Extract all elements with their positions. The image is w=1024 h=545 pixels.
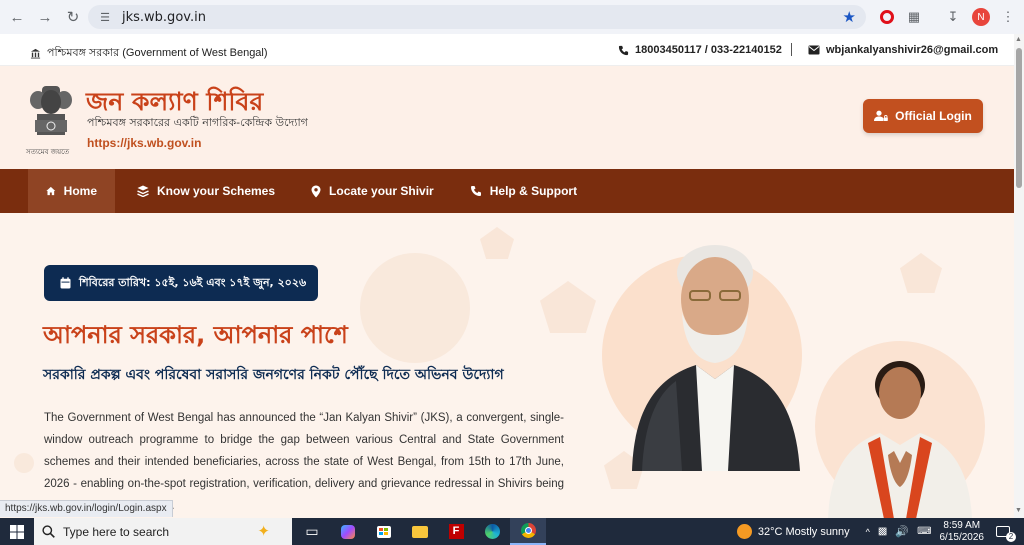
notification-count: 2 xyxy=(1006,531,1016,542)
nav-home[interactable]: Home xyxy=(28,169,115,213)
sparkle-icon: ✦ xyxy=(257,523,270,540)
microsoft-store-icon[interactable] xyxy=(366,518,402,545)
nav-schemes-label: Know your Schemes xyxy=(157,184,276,198)
location-pin-icon xyxy=(311,185,321,197)
nav-help-support[interactable]: Help & Support xyxy=(452,169,595,213)
minister-portrait-image xyxy=(828,361,972,518)
calendar-icon xyxy=(60,277,71,289)
camp-date-text: শিবিরের তারিখ: ১৫ই, ১৬ই এবং ১৭ই জুন, ২০২… xyxy=(79,275,307,289)
layers-icon xyxy=(137,185,149,197)
copilot-icon[interactable] xyxy=(330,518,366,545)
link-preview-status: https://jks.wb.gov.in/login/Login.aspx xyxy=(0,500,173,517)
forward-button[interactable]: → xyxy=(34,6,56,28)
download-icon[interactable]: ↧ xyxy=(943,7,963,27)
helpline[interactable]: 18003450117 / 033-22140152 xyxy=(618,44,782,56)
email-link[interactable]: wbjankalyanshivir26@gmail.com xyxy=(808,44,998,56)
taskbar-search-input[interactable]: Type here to search ✦ xyxy=(34,518,292,545)
site-header: সত্যমেব জয়তে জন কল্যাণ শিবির পশ্চিমবঙ্গ… xyxy=(0,66,1014,169)
phone-text: 18003450117 / 033-22140152 xyxy=(635,44,782,56)
clock-date: 6/15/2026 xyxy=(939,531,985,543)
page-scrollbar[interactable]: ▲ ▼ xyxy=(1014,34,1024,518)
hero-headline: আপনার সরকার, আপনার পাশে xyxy=(43,321,348,349)
nav-help-label: Help & Support xyxy=(489,184,578,198)
state-emblem-logo xyxy=(30,86,72,135)
volume-icon[interactable]: 🔊 xyxy=(895,525,909,538)
browser-menu-icon[interactable]: ⋮ xyxy=(998,7,1018,27)
building-icon xyxy=(30,48,41,59)
windows-logo-icon xyxy=(10,524,24,539)
hero-section: শিবিরের তারিখ: ১৫ই, ১৬ই এবং ১৭ই জুন, ২০২… xyxy=(0,213,1014,518)
back-button[interactable]: ← xyxy=(6,6,28,28)
emblem-motto: সত্যমেব জয়তে xyxy=(26,148,70,156)
site-url-link[interactable]: https://jks.wb.gov.in xyxy=(87,136,201,150)
task-view-icon[interactable]: ▭ xyxy=(294,518,330,545)
address-bar[interactable]: ☰ jks.wb.gov.in ★ xyxy=(88,5,866,29)
camp-date-badge: শিবিরের তারিখ: ১৫ই, ১৬ই এবং ১৭ই জুন, ২০২… xyxy=(44,265,318,301)
scrollbar-thumb[interactable] xyxy=(1016,48,1022,188)
notification-center-icon[interactable]: 2 xyxy=(996,524,1016,542)
nav-locate-label: Locate your Shivir xyxy=(329,184,434,198)
windows-taskbar: Type here to search ✦ ▭ F 32°C Mostly su… xyxy=(0,518,1024,545)
government-text: পশ্চিমবঙ্গ সরকার (Government of West Ben… xyxy=(47,47,268,59)
site-subtitle: পশ্চিমবঙ্গ সরকারের একটি নাগরিক-কেন্দ্রিক… xyxy=(87,116,308,129)
edge-browser-icon[interactable] xyxy=(474,518,510,545)
clock[interactable]: 8:59 AM 6/15/2026 xyxy=(940,520,985,544)
scroll-down-arrow-icon[interactable]: ▼ xyxy=(1015,507,1022,514)
home-icon xyxy=(46,186,56,196)
decorative-circle xyxy=(360,253,470,363)
weather-text[interactable]: 32°C Mostly sunny xyxy=(758,526,850,538)
phone-icon xyxy=(618,45,629,55)
system-tray: 32°C Mostly sunny ^ ▩ 🔊 ⌨ 8:59 AM 6/15/2… xyxy=(736,518,1024,545)
clock-time: 8:59 AM xyxy=(943,519,981,531)
profile-avatar[interactable]: N xyxy=(971,7,991,27)
network-icon[interactable]: ▩ xyxy=(878,526,887,537)
opera-extension-icon[interactable] xyxy=(877,7,897,27)
weather-sun-icon xyxy=(736,524,752,539)
phone-icon xyxy=(470,186,481,196)
chrome-browser-icon[interactable] xyxy=(510,518,546,545)
government-label: পশ্চিমবঙ্গ সরকার (Government of West Ben… xyxy=(30,44,268,63)
contact-strip: পশ্চিমবঙ্গ সরকার (Government of West Ben… xyxy=(0,34,1014,66)
decorative-shape xyxy=(900,253,942,293)
search-placeholder: Type here to search xyxy=(63,524,170,539)
mail-icon xyxy=(808,45,820,55)
browser-toolbar: ← → ↻ ☰ jks.wb.gov.in ★ ▦ ↧ N ⋮ xyxy=(0,0,1024,34)
language-icon[interactable]: ⌨ xyxy=(917,526,931,537)
leader-portrait-image xyxy=(632,245,800,471)
main-nav: Home Know your Schemes Locate your Shivi… xyxy=(0,169,1014,213)
email-text: wbjankalyanshivir26@gmail.com xyxy=(826,44,999,56)
login-label: Official Login xyxy=(895,109,972,123)
decorative-shape xyxy=(480,227,514,259)
reload-button[interactable]: ↻ xyxy=(62,6,84,28)
bookmark-star-icon[interactable]: ★ xyxy=(843,8,856,26)
official-login-button[interactable]: Official Login xyxy=(863,99,983,133)
show-hidden-icons-icon[interactable]: ^ xyxy=(866,527,870,537)
filezilla-icon[interactable]: F xyxy=(438,518,474,545)
nav-home-label: Home xyxy=(63,184,97,198)
nav-know-your-schemes[interactable]: Know your Schemes xyxy=(115,169,293,213)
decorative-circle xyxy=(14,453,34,473)
file-explorer-icon[interactable] xyxy=(402,518,438,545)
nav-locate-your-shivir[interactable]: Locate your Shivir xyxy=(293,169,452,213)
site-settings-icon[interactable]: ☰ xyxy=(98,10,112,24)
profile-initial: N xyxy=(972,8,990,26)
start-button[interactable] xyxy=(0,518,34,545)
extensions-puzzle-icon[interactable]: ▦ xyxy=(904,7,924,27)
user-lock-icon xyxy=(874,110,888,121)
address-url[interactable]: jks.wb.gov.in xyxy=(122,10,206,25)
decorative-shape xyxy=(540,281,596,333)
search-icon xyxy=(42,525,55,538)
divider xyxy=(791,43,792,56)
hero-subheadline: সরকারি প্রকল্প এবং পরিষেবা সরাসরি জনগণের… xyxy=(43,367,504,383)
scroll-up-arrow-icon[interactable]: ▲ xyxy=(1015,36,1022,43)
